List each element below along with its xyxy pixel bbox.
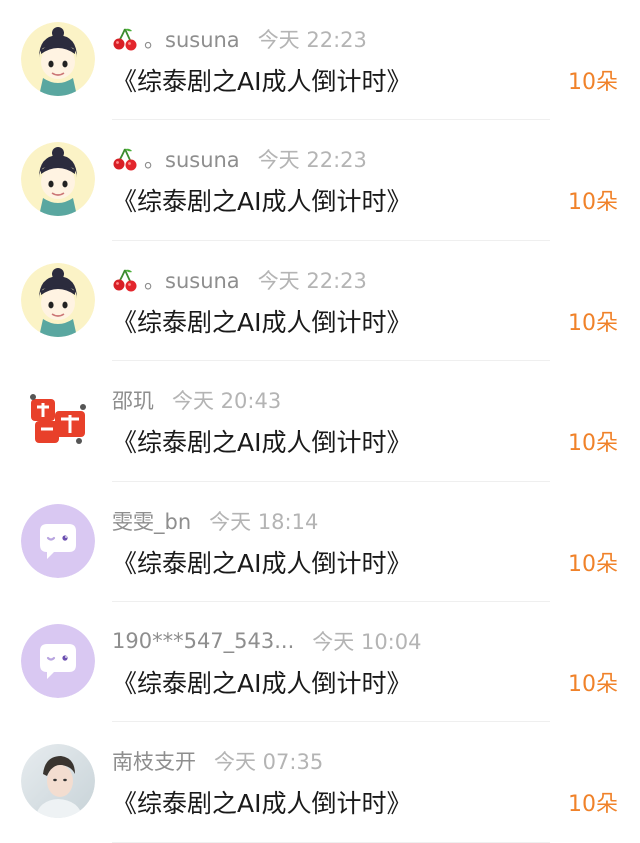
timestamp: 今天 22:23 — [257, 148, 367, 173]
timestamp: 今天 07:35 — [214, 750, 324, 775]
timestamp: 今天 22:23 — [257, 28, 367, 52]
username[interactable]: 。susuna — [144, 144, 240, 174]
cherry-icon — [113, 149, 137, 171]
list-item[interactable]: 。susuna 今天 22:23 《综泰剧之AI成人倒计时》 10朵 — [0, 120, 640, 242]
timestamp: 今天 20:43 — [172, 389, 282, 414]
purple-chat-bubble-avatar[interactable] — [21, 503, 95, 578]
list-item[interactable]: 。susuna 今天 22:23 《综泰剧之AI成人倒计时》 10朵 — [0, 241, 640, 362]
red-lucky-character-avatar[interactable] — [21, 383, 95, 458]
item-meta: 190***547_543... 今天 10:04 — [112, 626, 421, 656]
item-meta: 南枝支开 今天 07:35 — [112, 746, 323, 776]
book-title[interactable]: 《综泰剧之AI成人倒计时》 — [112, 62, 411, 98]
gift-count: 10朵 — [568, 671, 618, 697]
book-title[interactable]: 《综泰剧之AI成人倒计时》 — [112, 423, 411, 459]
list-item[interactable]: 190***547_543... 今天 10:04 《综泰剧之AI成人倒计时》 10朵 — [0, 602, 640, 723]
gift-count: 10朵 — [568, 551, 618, 577]
photo-portrait-avatar[interactable] — [21, 744, 95, 819]
username[interactable]: 邵玑 — [112, 385, 154, 415]
timestamp: 今天 10:04 — [312, 629, 422, 654]
timestamp: 今天 18:14 — [209, 509, 319, 534]
gift-count: 10朵 — [568, 792, 618, 818]
gift-count: 10朵 — [568, 70, 618, 95]
item-meta: 。susuna 今天 22:23 — [112, 265, 367, 295]
item-meta: 。susuna 今天 22:23 — [112, 144, 367, 174]
book-title[interactable]: 《综泰剧之AI成人倒计时》 — [112, 544, 411, 580]
list-item[interactable]: 。susuna 今天 22:23 《综泰剧之AI成人倒计时》 10朵 — [0, 0, 640, 121]
timestamp: 今天 22:23 — [257, 268, 367, 293]
item-meta: 雯雯_bn 今天 18:14 — [112, 506, 318, 536]
cartoon-boy-avatar[interactable] — [21, 262, 95, 337]
username[interactable]: 190***547_543... — [112, 629, 294, 653]
username[interactable]: 南枝支开 — [112, 746, 196, 776]
gift-count: 10朵 — [568, 431, 618, 457]
username[interactable]: 。susuna — [144, 265, 240, 295]
purple-chat-bubble-avatar[interactable] — [21, 623, 95, 698]
item-meta: 邵玑 今天 20:43 — [112, 385, 281, 415]
book-title[interactable]: 《综泰剧之AI成人倒计时》 — [112, 303, 411, 339]
cherry-icon — [113, 28, 137, 51]
list-item[interactable]: 邵玑 今天 20:43 《综泰剧之AI成人倒计时》 10朵 — [0, 361, 640, 482]
gift-count: 10朵 — [568, 190, 618, 216]
cartoon-boy-avatar[interactable] — [21, 142, 95, 217]
list-item[interactable]: 南枝支开 今天 07:35 《综泰剧之AI成人倒计时》 10朵 — [0, 722, 640, 843]
gift-count: 10朵 — [568, 310, 618, 336]
book-title[interactable]: 《综泰剧之AI成人倒计时》 — [112, 784, 411, 820]
list-item[interactable]: 雯雯_bn 今天 18:14 《综泰剧之AI成人倒计时》 10朵 — [0, 482, 640, 603]
gift-record-list: 。susuna 今天 22:23 《综泰剧之AI成人倒计时》 10朵 。susuna 今天… — [0, 0, 640, 843]
book-title[interactable]: 《综泰剧之AI成人倒计时》 — [112, 664, 411, 700]
username[interactable]: 。susuna — [144, 24, 240, 54]
book-title[interactable]: 《综泰剧之AI成人倒计时》 — [112, 182, 411, 218]
cherry-icon — [113, 269, 137, 292]
cartoon-boy-avatar[interactable] — [21, 22, 95, 96]
username[interactable]: 雯雯_bn — [112, 506, 191, 536]
item-meta: 。susuna 今天 22:23 — [112, 24, 367, 54]
